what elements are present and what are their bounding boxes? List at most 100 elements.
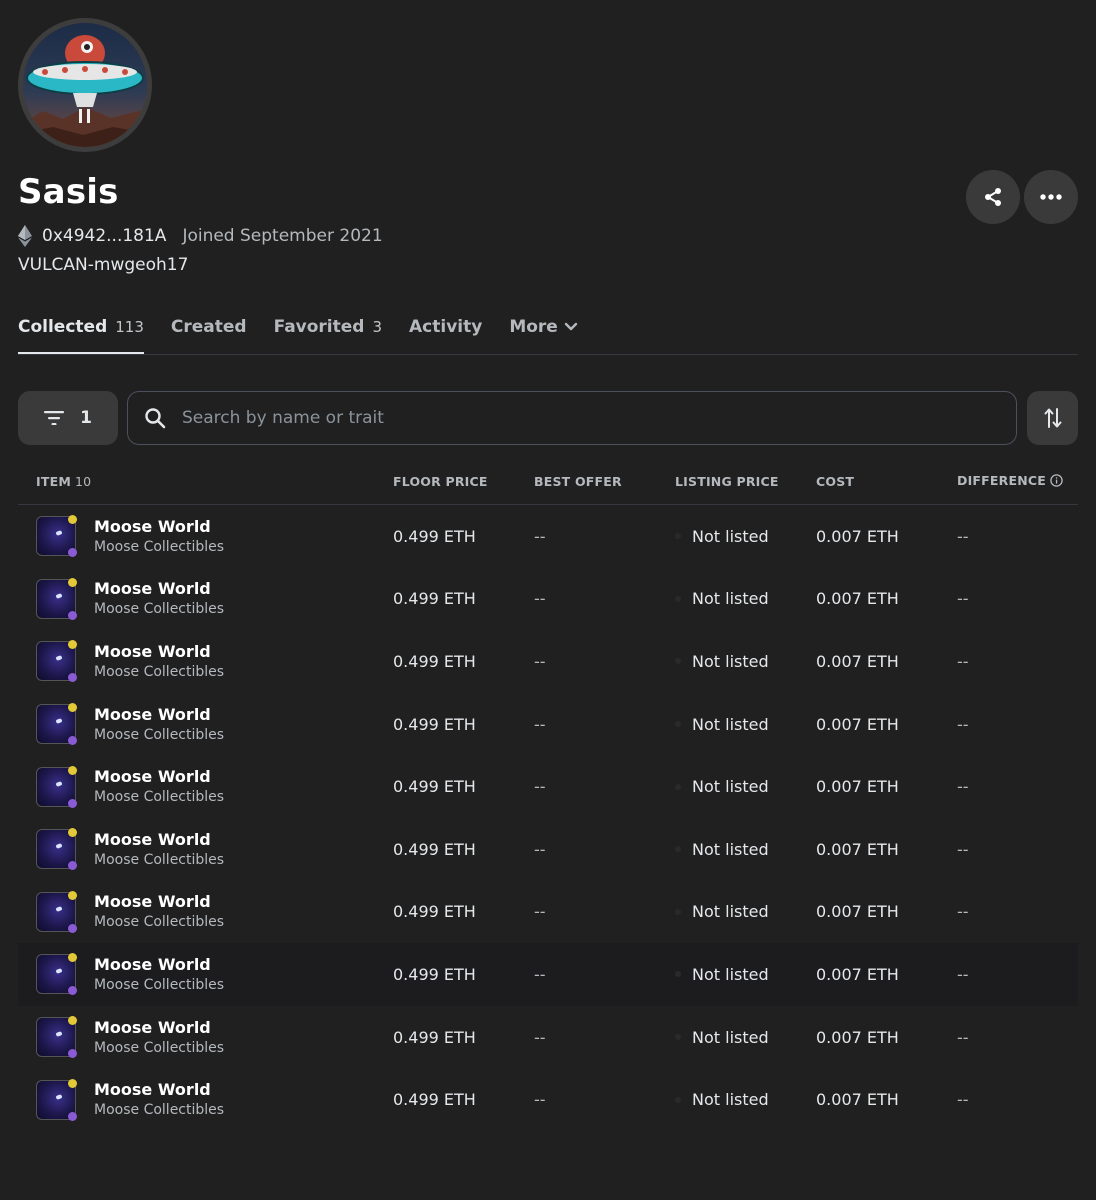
share-button[interactable] (966, 170, 1020, 224)
item-collection[interactable]: Moose Collectibles (94, 975, 224, 995)
sort-button[interactable] (1027, 391, 1078, 445)
badge-dot-purple (68, 673, 77, 683)
item-cell: Moose World Moose Collectibles (18, 765, 393, 808)
badge-dot-yellow (68, 953, 77, 963)
item-name[interactable]: Moose World (94, 704, 224, 725)
item-name[interactable]: Moose World (94, 578, 224, 599)
item-name[interactable]: Moose World (94, 891, 224, 912)
item-name[interactable]: Moose World (94, 516, 224, 537)
cost-cell: 0.007 ETH (816, 964, 899, 984)
header-difference[interactable]: DIFFERENCE (957, 473, 1078, 490)
cost-cell: 0.007 ETH (816, 714, 899, 734)
floor-price-cell: 0.499 ETH (393, 526, 476, 546)
badge-dot-purple (68, 548, 77, 558)
sort-arrows-icon (1044, 408, 1061, 428)
nft-thumbnail[interactable] (36, 765, 77, 808)
table-row[interactable]: Moose World Moose Collectibles 0.499 ETH --… (18, 693, 1078, 756)
item-name[interactable]: Moose World (94, 766, 224, 787)
more-options-button[interactable] (1024, 170, 1078, 224)
status-dot (675, 658, 681, 665)
table-row[interactable]: Moose World Moose Collectibles 0.499 ETH --… (18, 818, 1078, 881)
search-input[interactable] (180, 407, 984, 429)
nft-thumbnail[interactable] (36, 1078, 77, 1121)
header-floor-price[interactable]: FLOOR PRICE (393, 474, 534, 489)
item-collection[interactable]: Moose Collectibles (94, 1038, 224, 1058)
floor-price-cell: 0.499 ETH (393, 839, 476, 859)
tab-created[interactable]: Created (171, 314, 247, 353)
table-row[interactable]: Moose World Moose Collectibles 0.499 ETH --… (18, 1006, 1078, 1069)
nft-thumbnail[interactable] (36, 828, 77, 871)
nft-thumbnail[interactable] (36, 577, 77, 620)
nft-thumbnail[interactable] (36, 890, 77, 933)
more-horizontal-icon (1040, 194, 1062, 200)
wallet-address[interactable]: 0x4942...181A (42, 226, 166, 246)
moose-image-detail (55, 592, 63, 599)
header-item-count: 10 (74, 473, 92, 489)
badge-dot-purple (68, 861, 77, 871)
item-collection[interactable]: Moose Collectibles (94, 599, 224, 619)
table-row[interactable]: Moose World Moose Collectibles 0.499 ETH --… (18, 755, 1078, 818)
listing-status: Not listed (692, 902, 769, 922)
item-cell: Moose World Moose Collectibles (18, 703, 393, 746)
item-collection[interactable]: Moose Collectibles (94, 787, 224, 807)
tab-count: 3 (372, 318, 383, 336)
difference-cell: -- (957, 651, 969, 671)
profile-avatar[interactable] (18, 18, 152, 152)
floor-price-cell: 0.499 ETH (393, 1027, 476, 1047)
nft-thumbnail[interactable] (36, 953, 77, 996)
item-name[interactable]: Moose World (94, 954, 224, 975)
filter-button[interactable]: 1 (18, 391, 118, 445)
floor-price-cell: 0.499 ETH (393, 964, 476, 984)
nft-thumbnail[interactable] (36, 1016, 77, 1059)
listing-price-cell: Not listed (675, 902, 816, 921)
listing-status: Not listed (692, 777, 769, 797)
info-icon[interactable] (1050, 473, 1063, 490)
difference-cell: -- (957, 714, 969, 734)
search-box[interactable] (127, 391, 1017, 445)
best-offer-cell: -- (534, 777, 546, 797)
ufo-avatar-image (23, 23, 147, 147)
nft-thumbnail[interactable] (36, 703, 77, 746)
item-collection[interactable]: Moose Collectibles (94, 850, 224, 870)
tab-favorited[interactable]: Favorited 3 (274, 314, 382, 353)
table-row[interactable]: Moose World Moose Collectibles 0.499 ETH --… (18, 1068, 1078, 1131)
best-offer-cell: -- (534, 526, 546, 546)
best-offer-cell: -- (534, 1027, 546, 1047)
table-row[interactable]: Moose World Moose Collectibles 0.499 ETH --… (18, 505, 1078, 568)
table-row[interactable]: Moose World Moose Collectibles 0.499 ETH --… (18, 568, 1078, 631)
badge-dot-yellow (68, 765, 77, 775)
item-name[interactable]: Moose World (94, 641, 224, 662)
moose-image-detail (55, 968, 63, 975)
table-row[interactable]: Moose World Moose Collectibles 0.499 ETH --… (18, 630, 1078, 693)
item-name[interactable]: Moose World (94, 1017, 224, 1038)
item-collection[interactable]: Moose Collectibles (94, 1100, 224, 1120)
item-collection[interactable]: Moose Collectibles (94, 912, 224, 932)
item-cell: Moose World Moose Collectibles (18, 953, 393, 996)
cost-cell: 0.007 ETH (816, 1090, 899, 1110)
tab-more[interactable]: More (509, 314, 578, 353)
header-listing-price[interactable]: LISTING PRICE (675, 474, 816, 489)
nft-thumbnail[interactable] (36, 515, 77, 558)
item-collection[interactable]: Moose Collectibles (94, 537, 224, 557)
table-row[interactable]: Moose World Moose Collectibles 0.499 ETH --… (18, 881, 1078, 944)
table-row[interactable]: Moose World Moose Collectibles 0.499 ETH --… (18, 943, 1078, 1006)
table-body: Moose World Moose Collectibles 0.499 ETH --… (18, 505, 1078, 1131)
item-name[interactable]: Moose World (94, 1079, 224, 1100)
header-cost[interactable]: COST (816, 474, 957, 489)
tab-label: Created (170, 317, 247, 337)
badge-dot-yellow (68, 828, 77, 838)
item-collection[interactable]: Moose Collectibles (94, 725, 224, 745)
tab-label: More (509, 317, 558, 337)
difference-cell: -- (957, 964, 969, 984)
nft-thumbnail[interactable] (36, 640, 77, 683)
best-offer-cell: -- (534, 589, 546, 609)
header-best-offer[interactable]: BEST OFFER (534, 474, 675, 489)
tab-activity[interactable]: Activity (409, 314, 482, 353)
header-item[interactable]: ITEM 10 (18, 474, 393, 489)
item-name[interactable]: Moose World (94, 829, 224, 850)
listing-price-cell: Not listed (675, 1090, 816, 1109)
item-collection[interactable]: Moose Collectibles (94, 662, 224, 682)
tab-collected[interactable]: Collected 113 (18, 314, 144, 354)
floor-price-cell: 0.499 ETH (393, 714, 476, 734)
cost-cell: 0.007 ETH (816, 839, 899, 859)
